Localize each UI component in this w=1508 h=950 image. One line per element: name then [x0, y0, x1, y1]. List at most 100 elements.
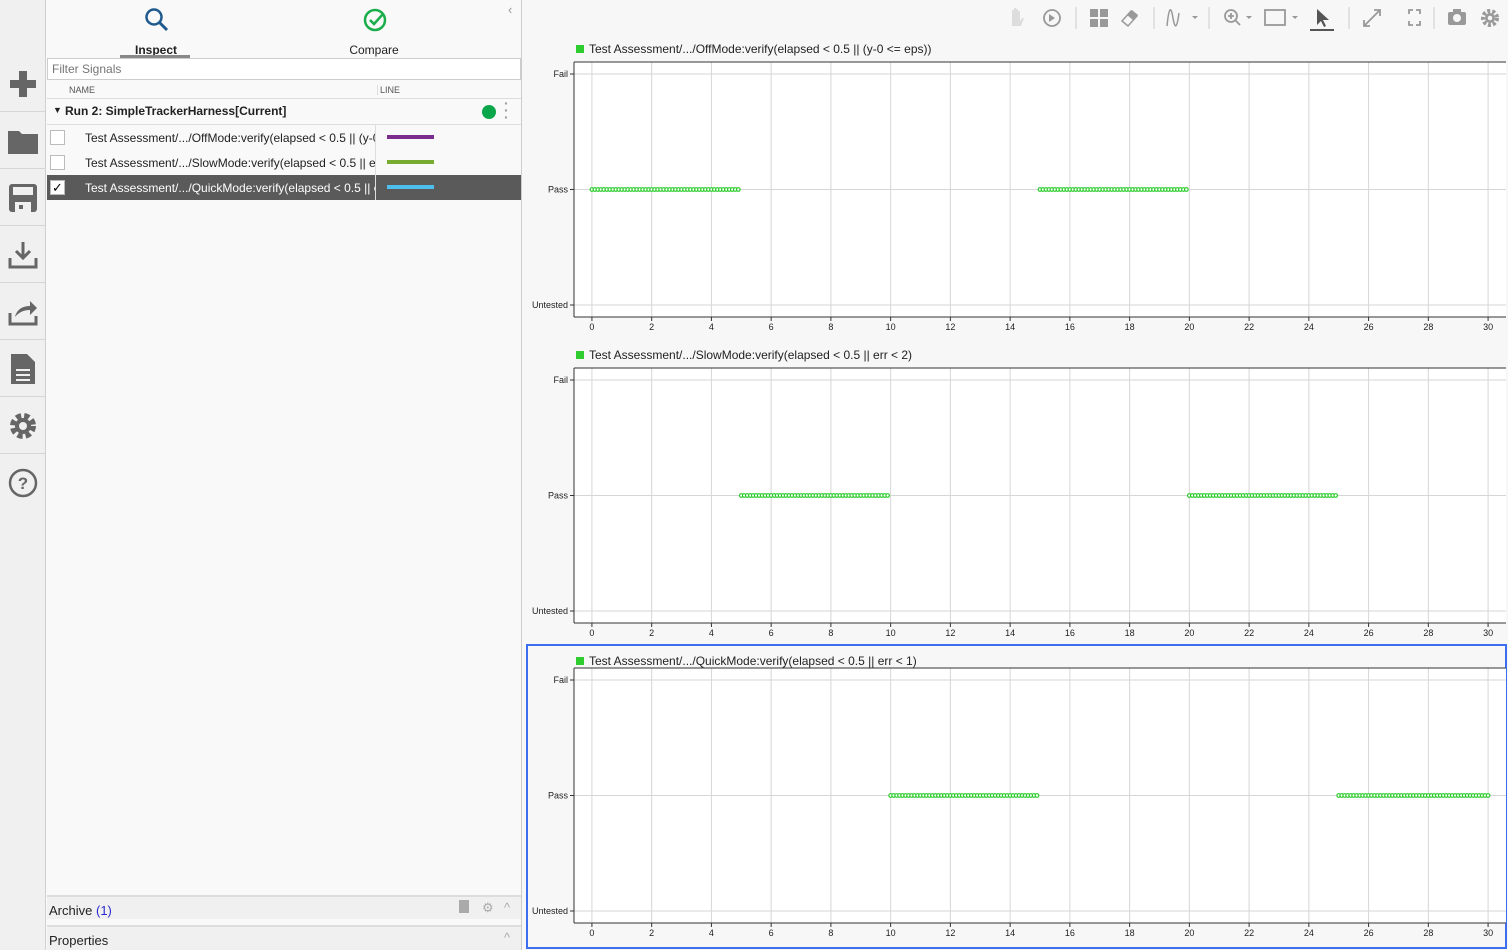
x-tick-label: 8: [828, 628, 833, 638]
pan-icon[interactable]: [1012, 8, 1024, 26]
y-tick-label: Untested: [532, 906, 568, 916]
x-tick-label: 24: [1304, 322, 1314, 332]
data-point: [885, 493, 891, 498]
line-swatch[interactable]: [387, 185, 434, 189]
share-icon[interactable]: [0, 284, 45, 340]
x-tick-label: 6: [769, 628, 774, 638]
expand-icon[interactable]: [1363, 9, 1381, 27]
expand-properties-icon[interactable]: ^: [504, 930, 510, 945]
x-tick-label: 20: [1184, 322, 1194, 332]
x-tick-label: 4: [709, 928, 714, 938]
x-tick-label: 18: [1125, 928, 1135, 938]
x-tick-label: 0: [589, 322, 594, 332]
download-icon[interactable]: [0, 227, 45, 283]
x-tick-label: 4: [709, 628, 714, 638]
plot-2-axes: 0 2 4 6 8 10 12 14 16 18 20 22 24 26 28 30UntestedPassF…: [532, 367, 1506, 638]
svg-text:?: ?: [17, 474, 27, 493]
archive-section[interactable]: Archive (1) ⚙ ^: [47, 895, 521, 919]
x-tick-label: 2: [649, 928, 654, 938]
x-tick-label: 28: [1423, 928, 1433, 938]
x-tick-label: 22: [1244, 322, 1254, 332]
properties-section[interactable]: Properties ^: [47, 925, 521, 950]
signal-row-selected[interactable]: ✓ Test Assessment/.../QuickMode:verify(el…: [47, 175, 521, 200]
signal-checkbox[interactable]: [50, 130, 65, 145]
data-point: [1183, 187, 1189, 192]
x-tick-label: 16: [1065, 928, 1075, 938]
zoom-icon[interactable]: [1224, 9, 1252, 26]
x-tick-label: 20: [1184, 628, 1194, 638]
x-tick-label: 20: [1184, 928, 1194, 938]
x-tick-label: 28: [1423, 628, 1433, 638]
collapse-panel-icon[interactable]: ‹: [508, 2, 512, 17]
y-tick-label: Fail: [553, 375, 568, 385]
x-tick-label: 2: [649, 322, 654, 332]
signal-browser-panel: Inspect Compare ‹ NAME LINE ▼ Run 2: Sim…: [46, 0, 522, 950]
signal-name: Test Assessment/.../OffMode:verify(elaps…: [85, 131, 375, 145]
run-row[interactable]: ▼ Run 2: SimpleTrackerHarness[Current] ·…: [47, 96, 521, 125]
x-tick-label: 0: [589, 628, 594, 638]
plot-3-axes: 0 2 4 6 8 10 12 14 16 18 20 22 24 26 28 30UntestedPassF…: [532, 667, 1506, 938]
add-icon[interactable]: [0, 56, 45, 112]
y-tick-label: Fail: [553, 675, 568, 685]
plot-title: Test Assessment/.../SlowMode:verify(elap…: [589, 348, 913, 362]
x-tick-label: 14: [1005, 928, 1015, 938]
archive-count: (1): [95, 903, 112, 918]
signal-checkbox[interactable]: ✓: [50, 180, 65, 195]
collapse-archive-icon[interactable]: ^: [504, 900, 510, 915]
column-name[interactable]: NAME: [69, 85, 95, 95]
x-tick-label: 26: [1364, 322, 1374, 332]
filter-signals-input[interactable]: [47, 58, 521, 80]
line-swatch[interactable]: [387, 135, 434, 139]
data-point: [735, 187, 741, 192]
check-circle-icon: [363, 8, 387, 32]
x-tick-label: 24: [1304, 628, 1314, 638]
archive-label: Archive: [49, 903, 93, 918]
y-tick-label: Pass: [548, 491, 569, 501]
more-options-icon[interactable]: · · ·: [504, 96, 509, 124]
x-tick-label: 14: [1005, 628, 1015, 638]
fit-icon[interactable]: [1264, 9, 1298, 26]
cursor-icon[interactable]: [1310, 9, 1334, 31]
gear-icon[interactable]: [0, 398, 45, 454]
tab-compare[interactable]: Compare: [304, 5, 444, 57]
plot-1[interactable]: Test Assessment/.../OffMode:verify(elaps…: [526, 38, 1507, 338]
plot-2[interactable]: Test Assessment/.../SlowMode:verify(elap…: [526, 344, 1507, 644]
camera-icon[interactable]: [1448, 9, 1466, 25]
signal-row[interactable]: Test Assessment/.../OffMode:verify(elaps…: [47, 125, 521, 150]
plot-title: Test Assessment/.../OffMode:verify(elaps…: [589, 42, 932, 56]
signal-row[interactable]: Test Assessment/.../SlowMode:verify(elap…: [47, 150, 521, 175]
layout-icon[interactable]: [1090, 9, 1108, 27]
fullscreen-icon[interactable]: [1408, 9, 1421, 26]
x-tick-label: 6: [769, 322, 774, 332]
replay-icon[interactable]: [1043, 9, 1061, 27]
x-tick-label: 24: [1304, 928, 1314, 938]
settings-icon[interactable]: [1481, 9, 1499, 27]
column-line[interactable]: LINE: [377, 85, 400, 95]
signal-name: Test Assessment/.../SlowMode:verify(elap…: [85, 156, 375, 170]
archive-settings-icon[interactable]: ⚙: [482, 900, 494, 916]
search-icon: [145, 8, 169, 32]
trash-icon[interactable]: [459, 900, 469, 913]
folder-icon[interactable]: [0, 113, 45, 169]
signal-checkbox[interactable]: [50, 155, 65, 170]
x-tick-label: 0: [589, 928, 594, 938]
line-swatch[interactable]: [387, 160, 434, 164]
plot-3-selected[interactable]: Test Assessment/.../QuickMode:verify(ela…: [526, 644, 1507, 949]
report-icon[interactable]: [0, 341, 45, 397]
eraser-icon[interactable]: [1120, 9, 1139, 28]
tab-inspect[interactable]: Inspect: [86, 5, 226, 58]
signal-icon[interactable]: [1166, 9, 1198, 27]
x-tick-label: 10: [886, 928, 896, 938]
y-tick-label: Pass: [548, 791, 569, 801]
properties-label: Properties: [49, 933, 109, 948]
help-icon[interactable]: ?: [0, 455, 45, 511]
y-tick-label: Untested: [532, 606, 568, 616]
expand-caret-icon[interactable]: ▼: [53, 105, 62, 115]
x-tick-label: 26: [1364, 928, 1374, 938]
x-tick-label: 6: [769, 928, 774, 938]
run-label: Run 2: SimpleTrackerHarness[Current]: [65, 104, 287, 118]
data-point: [1333, 493, 1339, 498]
save-icon[interactable]: [0, 170, 45, 226]
signal-name: Test Assessment/.../QuickMode:verify(ela…: [85, 181, 375, 195]
x-tick-label: 30: [1483, 928, 1493, 938]
